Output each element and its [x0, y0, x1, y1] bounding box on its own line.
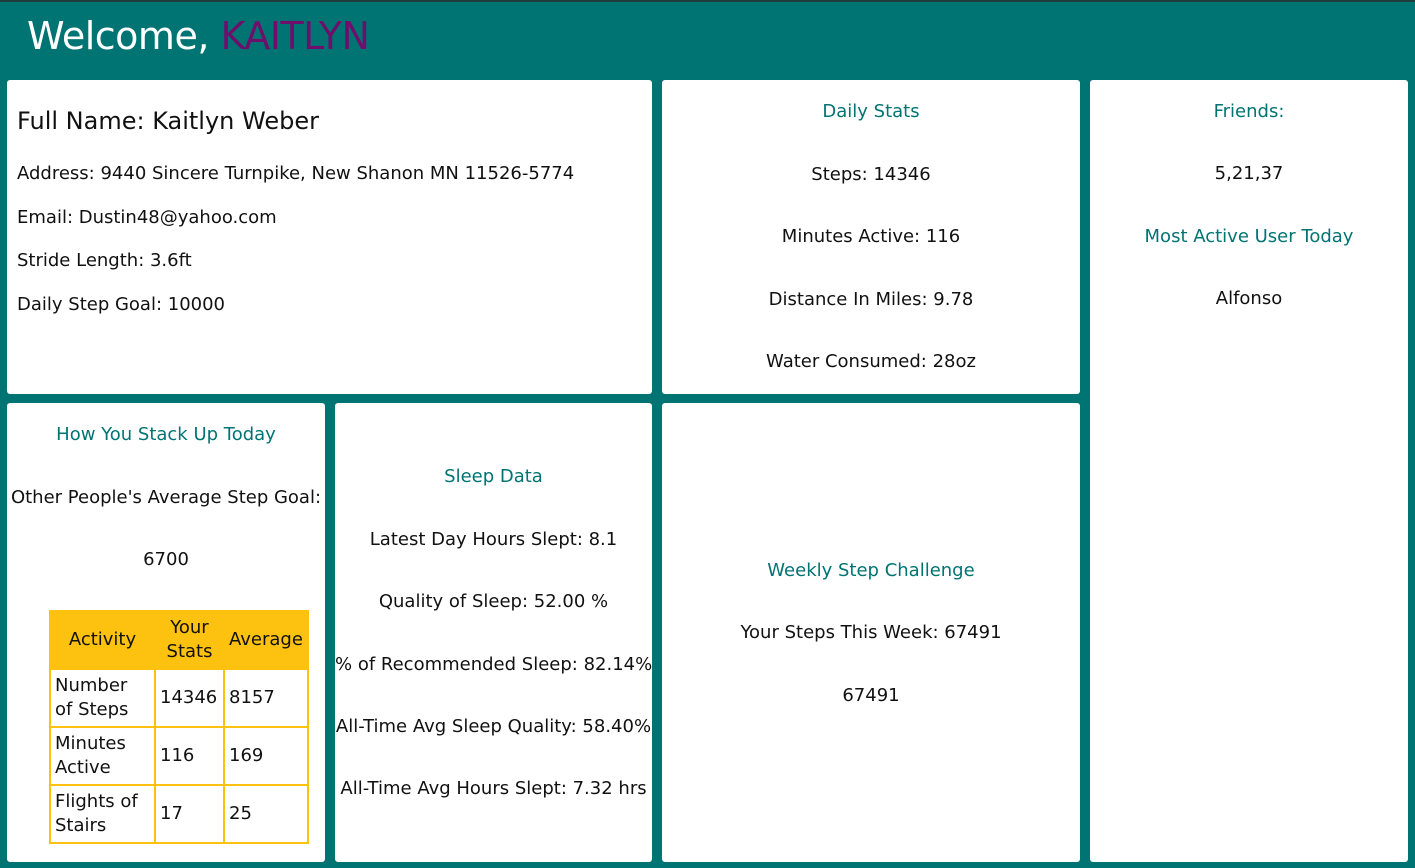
friends-list: 5,21,37 — [1214, 163, 1284, 184]
table-cell: 17 — [154, 784, 225, 844]
column-header: Activity — [49, 610, 156, 670]
avg-step-goal-label: Other People's Average Step Goal: — [10, 487, 322, 508]
comparison-table: Activity Your Stats Average Number of St… — [49, 610, 309, 844]
table-cell: Flights of Stairs — [49, 784, 156, 844]
avg-step-goal-value: 6700 — [143, 549, 189, 570]
table-cell: 116 — [154, 726, 225, 786]
sleep-quality: Quality of Sleep: 52.00 % — [378, 591, 609, 612]
friends-title: Friends: — [1213, 101, 1285, 122]
daily-stats-card: Daily Stats Steps: 14346 Minutes Active:… — [662, 80, 1080, 394]
weekly-challenge-card: Weekly Step Challenge Your Steps This We… — [662, 403, 1080, 862]
sleep-card: Sleep Data Latest Day Hours Slept: 8.1 Q… — [335, 403, 652, 862]
daily-minutes-active: Minutes Active: 116 — [781, 226, 961, 247]
email: Email: Dustin48@yahoo.com — [17, 207, 277, 228]
table-row: Number of Steps 14346 8157 — [49, 668, 309, 728]
most-active-user: Alfonso — [1215, 288, 1283, 309]
most-active-title: Most Active User Today — [1144, 226, 1354, 247]
daily-steps: Steps: 14346 — [811, 164, 931, 185]
recommended-sleep: % of Recommended Sleep: 82.14% — [335, 654, 653, 675]
sleep-title: Sleep Data — [444, 466, 543, 487]
user-first-name: KAITLYN — [220, 14, 370, 58]
daily-water: Water Consumed: 28oz — [766, 351, 976, 372]
avg-sleep-quality: All-Time Avg Sleep Quality: 58.40% — [335, 716, 652, 737]
table-cell: Number of Steps — [49, 668, 156, 728]
welcome-heading: Welcome, KAITLYN — [27, 14, 370, 58]
avg-hours-slept: All-Time Avg Hours Slept: 7.32 hrs — [340, 778, 647, 799]
welcome-text: Welcome, — [27, 14, 209, 58]
daily-stats-title: Daily Stats — [822, 101, 920, 122]
table-row: Flights of Stairs 17 25 — [49, 784, 309, 844]
weekly-total-steps: 67491 — [842, 685, 900, 706]
table-cell: 8157 — [223, 668, 309, 728]
daily-step-goal: Daily Step Goal: 10000 — [17, 294, 226, 315]
stride-length: Stride Length: 3.6ft — [17, 250, 192, 271]
table-cell: 14346 — [154, 668, 225, 728]
page-header: Welcome, KAITLYN — [0, 0, 1415, 76]
table-cell: 25 — [223, 784, 309, 844]
full-name: Full Name: Kaitlyn Weber — [17, 107, 319, 135]
address: Address: 9440 Sincere Turnpike, New Shan… — [17, 163, 575, 184]
table-row: Minutes Active 116 169 — [49, 726, 309, 786]
stack-up-title: How You Stack Up Today — [56, 424, 276, 445]
weekly-title: Weekly Step Challenge — [767, 560, 975, 581]
column-header: Your Stats — [154, 610, 225, 670]
friends-card: Friends: 5,21,37 Most Active User Today … — [1090, 80, 1408, 862]
daily-distance: Distance In Miles: 9.78 — [768, 289, 974, 310]
table-cell: 169 — [223, 726, 309, 786]
column-header: Average — [223, 610, 309, 670]
table-cell: Minutes Active — [49, 726, 156, 786]
weekly-your-steps: Your Steps This Week: 67491 — [740, 622, 1002, 643]
stack-up-card: How You Stack Up Today Other People's Av… — [7, 403, 325, 862]
table-header-row: Activity Your Stats Average — [49, 610, 309, 670]
latest-hours-slept: Latest Day Hours Slept: 8.1 — [369, 529, 618, 550]
profile-card: Full Name: Kaitlyn Weber Address: 9440 S… — [7, 80, 652, 394]
